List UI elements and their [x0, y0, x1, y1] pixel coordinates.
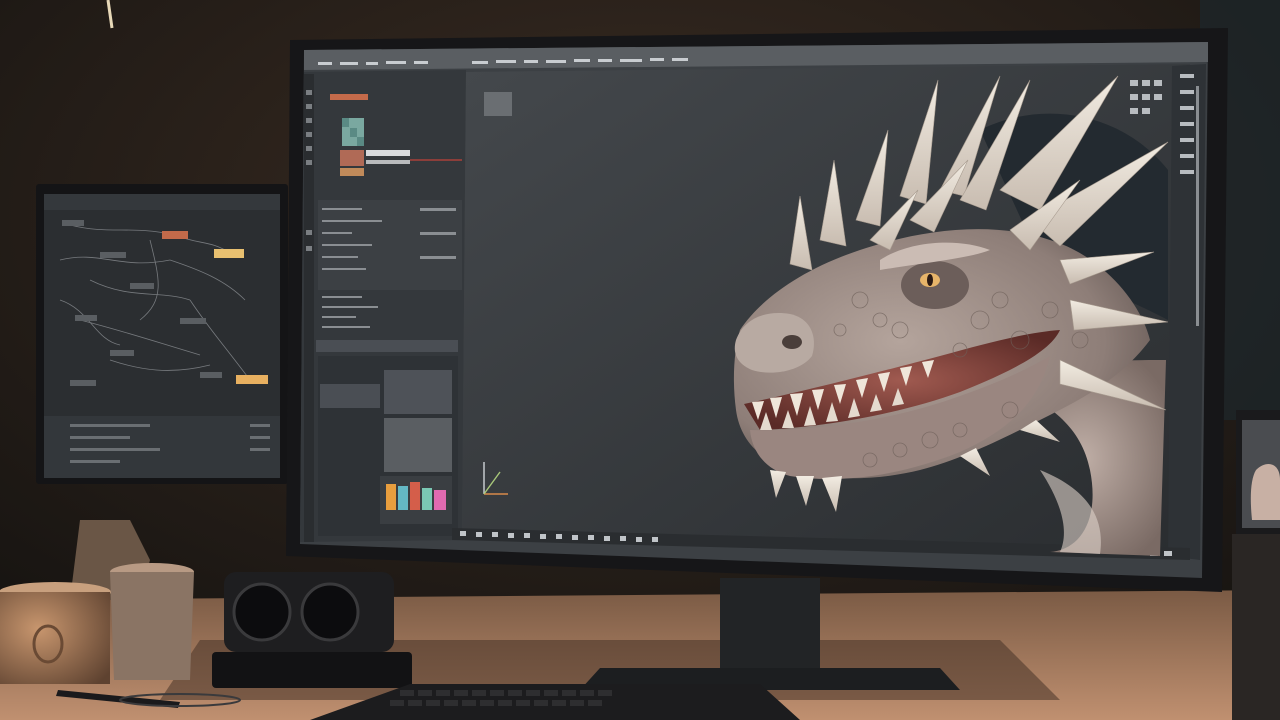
- dragon-nostril: [782, 335, 802, 349]
- panel-header-red-tab: [330, 94, 368, 100]
- dragon-pupil: [927, 274, 933, 286]
- viewport-mini-widget: [484, 92, 512, 116]
- graph-node-highlighted-red: [162, 231, 188, 239]
- right-edge-figure: [1250, 464, 1280, 520]
- subpanel-tile-left: [320, 384, 380, 408]
- right-edge-monitor: [1232, 410, 1280, 720]
- monitor-stand-neck: [720, 578, 820, 668]
- cup-small: [110, 572, 194, 680]
- subpanel-header: [316, 340, 458, 352]
- slider-track-white-2: [366, 160, 410, 164]
- right-scrollbar: [1196, 86, 1199, 326]
- secondary-monitor: [36, 184, 288, 484]
- photo-scene: [0, 0, 1280, 720]
- swatch-orange: [340, 168, 364, 176]
- subpanel-tile-right: [384, 370, 452, 414]
- camera-dock: [212, 652, 412, 688]
- graph-node-highlighted-amber: [214, 249, 244, 258]
- texture-preview: [384, 418, 452, 472]
- camera-lens-right: [300, 582, 360, 642]
- camera-device: [212, 572, 412, 688]
- camera-lens-left: [232, 582, 292, 642]
- left-tool-strip: [304, 74, 314, 542]
- node-editor-header: [44, 194, 280, 210]
- graph-node-highlighted-amber-2: [236, 375, 268, 384]
- swatch-selected-red: [340, 150, 364, 166]
- cup-large: [0, 592, 110, 684]
- slider-track-white: [366, 150, 410, 156]
- right-edge-cabinet: [1232, 534, 1280, 720]
